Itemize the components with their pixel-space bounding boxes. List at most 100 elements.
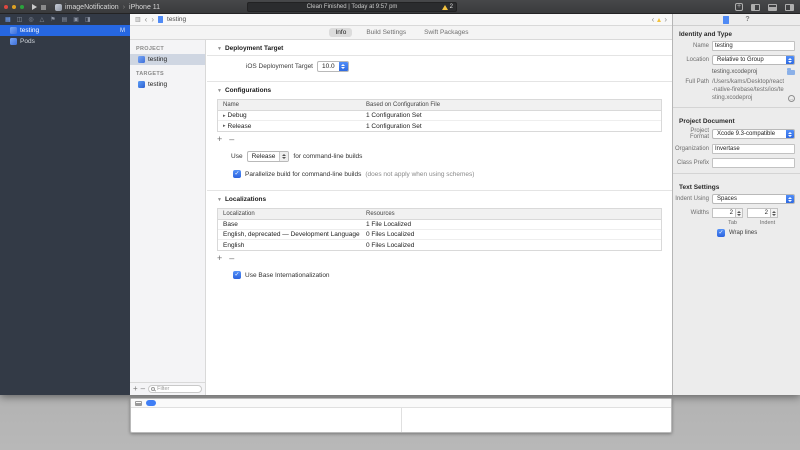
target-row-label: testing [148,81,167,88]
add-configuration-button[interactable]: + [217,135,222,144]
table-row[interactable]: English 0 Files Localized [218,240,661,250]
navigator-tab-debug-icon[interactable]: ▤ [62,16,68,23]
organization-field[interactable]: Invertase [712,144,795,154]
navigator-tab-symbol-icon[interactable]: ◎ [28,16,33,23]
remove-localization-button[interactable]: – [229,254,234,263]
disclosure-down-icon[interactable]: ▼ [217,46,222,52]
tab-swift-packages[interactable]: Swift Packages [420,28,472,37]
indent-width-value: 2 [748,209,770,217]
stepper-arrows-icon[interactable] [735,209,742,217]
navigator-tab-source-control-icon[interactable]: ◫ [17,16,23,23]
configurations-section-header[interactable]: ▼ Configurations [207,82,672,97]
navigator-tab-report-icon[interactable]: ◨ [85,16,91,23]
warning-badge[interactable]: 2 [442,4,453,10]
scheme-app-icon [55,4,62,11]
tab-info[interactable]: Info [329,28,352,37]
inspector-divider [673,173,800,174]
navigator-tab-project-icon[interactable]: ▦ [5,16,11,23]
window-close-button[interactable] [4,5,8,9]
deployment-target-section-header[interactable]: ▼ Deployment Target [207,40,672,55]
scheme-selector[interactable]: imageNotification [55,4,119,11]
tab-build-settings[interactable]: Build Settings [362,28,410,37]
widths-captions: Tab Indent [717,220,800,226]
project-row-testing[interactable]: testing [130,54,205,65]
device-selector[interactable]: iPhone 11 [129,4,160,11]
navigator-tab-breakpoint-icon[interactable]: ▣ [73,16,79,23]
issue-warning-icon[interactable] [657,18,661,22]
localizations-add-remove: + – [217,254,672,263]
navigator-toggle-icon[interactable] [751,4,760,11]
section-divider [207,55,672,56]
previous-issue-icon[interactable]: ‹ [652,16,655,24]
disclosure-right-icon[interactable]: ▸ [223,123,226,129]
project-format-popup[interactable]: Xcode 9.3-compatible [712,129,795,139]
target-row-testing[interactable]: testing [130,79,205,90]
wrap-lines-checkbox[interactable]: ✓ [717,229,725,237]
popup-arrows-icon [786,195,794,203]
parallelize-checkbox[interactable]: ✓ [233,170,241,178]
file-inspector-icon[interactable] [723,16,729,24]
targets-header-label: TARGETS [130,65,205,79]
breakpoint-toggle-icon[interactable] [146,400,156,406]
stepper-arrows-icon[interactable] [770,209,777,217]
project-info-form: ▼ Deployment Target iOS Deployment Targe… [207,40,672,395]
navigator-tab-issue-icon[interactable]: △ [40,16,45,23]
add-localization-button[interactable]: + [217,254,222,263]
run-button-icon[interactable] [32,4,37,10]
debug-area-icon[interactable] [135,401,142,406]
panel-filter-input[interactable]: Filter [148,385,202,393]
table-row[interactable]: English, deprecated — Development Langua… [218,230,661,240]
base-internationalization-checkbox[interactable]: ✓ [233,271,241,279]
class-prefix-field[interactable] [712,158,795,168]
window-minimize-button[interactable] [12,5,16,9]
organization-label: Organization [673,146,709,152]
debug-area-toggle-icon[interactable] [768,4,777,11]
project-header-label: PROJECT [130,40,205,54]
jumpbar-file-name[interactable]: testing [167,16,186,23]
navigator-item-testing[interactable]: testing M [0,25,130,36]
command-line-config-popup[interactable]: Release [247,151,290,162]
background-window [130,398,672,433]
disclosure-down-icon[interactable]: ▼ [217,197,222,203]
name-field[interactable]: testing [712,41,795,51]
remove-configuration-button[interactable]: – [229,135,234,144]
indent-using-label: Indent Using [673,196,709,202]
inspector-toggle-icon[interactable] [785,4,794,11]
back-icon[interactable]: ‹ [145,16,148,24]
config-name: Debug [228,112,247,119]
indent-using-popup[interactable]: Spaces [712,194,795,204]
indent-width-stepper[interactable]: 2 [747,208,778,218]
window-zoom-button[interactable] [20,5,24,9]
add-target-button[interactable]: + [133,385,138,393]
project-editor-body: PROJECT testing TARGETS testing + – [130,40,672,395]
toolbar-left-group: imageNotification › iPhone 11 [4,0,160,14]
tab-width-stepper[interactable]: 2 [712,208,743,218]
stop-button-icon[interactable] [41,5,46,10]
column-header-resources: Resources [362,211,661,217]
scheme-separator-icon: › [123,4,125,11]
next-issue-icon[interactable]: › [664,16,667,24]
disclosure-down-icon[interactable]: ▼ [217,88,222,94]
panel-filter-bar: + – Filter [130,382,205,395]
app-target-icon [138,81,145,88]
table-row[interactable]: ▸Release 1 Configuration Set [218,121,661,131]
file-name-row: testing.xcodeproj [673,69,795,75]
navigator-item-pods[interactable]: Pods [0,36,130,47]
navigator-tab-test-icon[interactable]: ⚑ [50,16,55,23]
full-path-row: Full Path /Users/kams/Desktop/react-nati… [673,79,795,102]
ios-deployment-target-popup[interactable]: 10.0 [317,61,349,72]
table-row[interactable]: ▸Debug 1 Configuration Set [218,111,661,121]
localizations-section-header[interactable]: ▼ Localizations [207,191,672,206]
library-icon[interactable]: + [735,3,743,11]
choose-location-folder-icon[interactable] [787,70,795,75]
table-header-row: Localization Resources [218,209,661,220]
quick-help-icon[interactable]: ? [745,16,749,23]
related-items-icon[interactable]: ▥ [135,16,141,23]
project-file-icon [138,56,145,63]
location-popup[interactable]: Relative to Group [712,55,795,65]
table-row[interactable]: Base 1 File Localized [218,220,661,230]
remove-target-button[interactable]: – [141,385,145,393]
forward-icon[interactable]: › [151,16,154,24]
scheme-name[interactable]: imageNotification [65,4,119,11]
disclosure-right-icon[interactable]: ▸ [223,113,226,119]
